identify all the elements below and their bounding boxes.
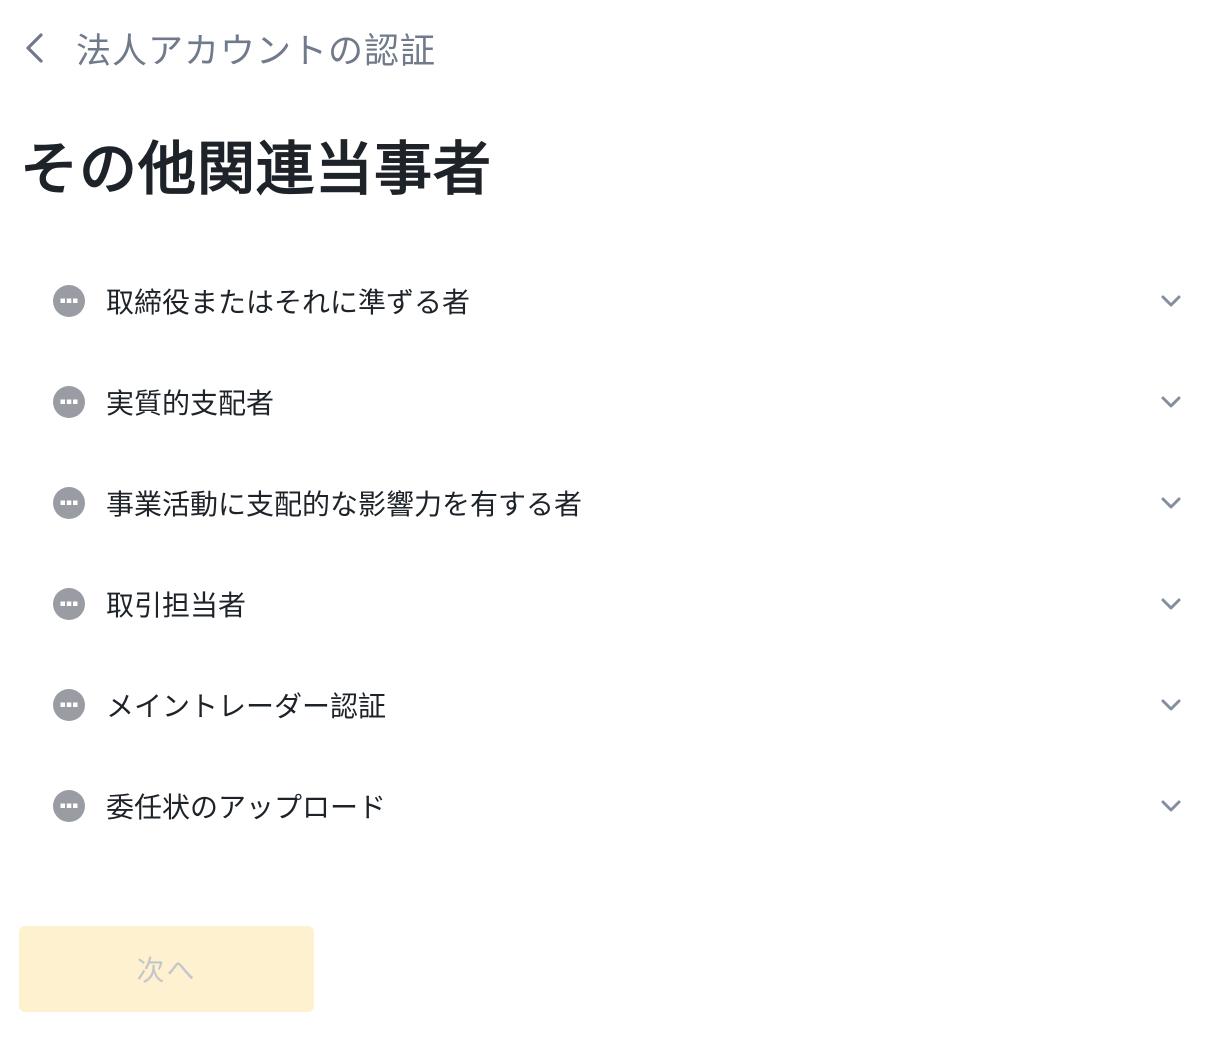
more-dots-icon <box>52 789 86 823</box>
section-label: 事業活動に支配的な影響力を有する者 <box>106 487 583 521</box>
section-label: 実質的支配者 <box>106 386 275 420</box>
section-main-trader[interactable]: メイントレーダー認証 <box>52 654 1186 755</box>
section-label: 取引担当者 <box>106 588 247 622</box>
section-label: 委任状のアップロード <box>106 790 387 824</box>
more-dots-icon <box>52 385 86 419</box>
section-label: メイントレーダー認証 <box>106 689 387 723</box>
next-button[interactable]: 次へ <box>19 926 314 1012</box>
page-title: その他関連当事者 <box>20 135 493 203</box>
chevron-down-icon[interactable] <box>1158 591 1184 617</box>
more-dots-icon <box>52 284 86 318</box>
chevron-down-icon[interactable] <box>1158 490 1184 516</box>
chevron-down-icon[interactable] <box>1158 793 1184 819</box>
chevron-down-icon[interactable] <box>1158 692 1184 718</box>
back-nav[interactable]: 法人アカウントの認証 <box>22 22 436 74</box>
section-label: 取締役またはそれに準ずる者 <box>106 285 471 319</box>
section-directors[interactable]: 取締役またはそれに準ずる者 <box>52 250 1186 351</box>
chevron-down-icon[interactable] <box>1158 389 1184 415</box>
section-power-of-attorney[interactable]: 委任状のアップロード <box>52 755 1186 856</box>
related-party-section-list: 取締役またはそれに準ずる者 実質的支配者 事業活動に支配的な影響力を有する者 取… <box>52 250 1186 856</box>
chevron-left-icon[interactable] <box>22 22 56 74</box>
header-title: 法人アカウントの認証 <box>76 31 437 72</box>
more-dots-icon <box>52 587 86 621</box>
section-beneficial-owner[interactable]: 実質的支配者 <box>52 351 1186 452</box>
section-transaction-manager[interactable]: 取引担当者 <box>52 553 1186 654</box>
more-dots-icon <box>52 486 86 520</box>
chevron-down-icon[interactable] <box>1158 288 1184 314</box>
section-controlling-influence[interactable]: 事業活動に支配的な影響力を有する者 <box>52 452 1186 553</box>
more-dots-icon <box>52 688 86 722</box>
